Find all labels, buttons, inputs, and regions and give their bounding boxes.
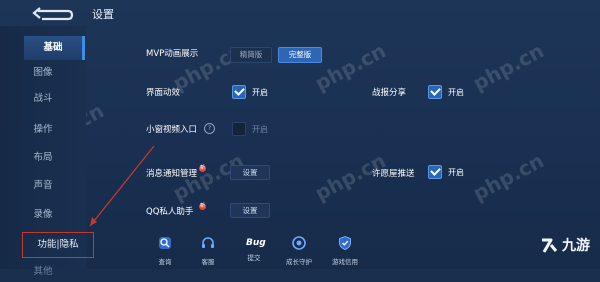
interface-effects-on-label: 开启: [252, 88, 268, 97]
site-logo: 九游: [538, 234, 590, 256]
check-icon: [429, 85, 441, 96]
check-icon: [429, 165, 441, 176]
headset-icon: [202, 237, 214, 248]
battle-share-checkbox[interactable]: [428, 85, 442, 99]
wish-push-on-label: 开启: [448, 168, 464, 177]
interface-effects-label: 界面动效: [146, 88, 181, 98]
service-button[interactable]: 客服: [188, 233, 228, 269]
bug-submit-button[interactable]: Bug 提交: [234, 233, 274, 269]
sidebar-item-controls[interactable]: 操作: [0, 120, 86, 140]
service-label: 客服: [201, 258, 215, 266]
page-title: 设置: [92, 8, 114, 21]
notification-label: 消息通知管理: [146, 169, 198, 179]
game-credit-button[interactable]: 游戏信用: [325, 233, 365, 269]
interface-effects-checkbox[interactable]: [232, 85, 246, 99]
shield-icon: [339, 236, 351, 250]
sidebar-item-sound[interactable]: 声音: [0, 176, 86, 196]
bug-submit-label: 提交: [247, 254, 261, 262]
sidebar: 基础 图像 战斗 操作 布局 声音 录像 功能|隐私 其他: [0, 26, 94, 277]
qq-assistant-settings-button[interactable]: 设置: [230, 203, 270, 218]
back-arrow-icon: [32, 7, 74, 21]
mvp-option-simple[interactable]: 精简版: [230, 47, 272, 63]
new-badge: 新: [199, 165, 206, 172]
query-button[interactable]: 查询: [145, 233, 185, 269]
settings-page: php.cn php.cn php.cn php.cn php.cn php.c…: [0, 0, 600, 277]
growth-icon: [292, 236, 306, 250]
watermark: php.cn: [468, 148, 548, 206]
qq-assistant-label: QQ私人助手: [146, 207, 194, 217]
battle-share-on-label: 开启: [448, 88, 464, 97]
annotation-arrow: [89, 145, 155, 227]
watermark: php.cn: [468, 38, 548, 96]
bug-icon: Bug: [246, 238, 266, 248]
check-icon: [233, 85, 245, 96]
sidebar-item-basic[interactable]: 基础: [24, 36, 85, 60]
logo-icon: [542, 238, 558, 253]
back-button[interactable]: [28, 6, 74, 24]
mini-video-checkbox[interactable]: [232, 122, 246, 136]
sidebar-item-image[interactable]: 图像: [0, 63, 86, 83]
sidebar-item-layout[interactable]: 布局: [0, 148, 86, 168]
mvp-label: MVP动画展示: [146, 49, 199, 59]
mvp-option-full[interactable]: 完整版: [278, 47, 322, 63]
game-credit-label: 游戏信用: [332, 258, 358, 266]
query-label: 查询: [158, 258, 172, 266]
sidebar-item-battle[interactable]: 战斗: [0, 89, 86, 109]
sidebar-item-other[interactable]: 其他: [0, 262, 86, 282]
info-icon[interactable]: ?: [204, 123, 215, 134]
wish-push-checkbox[interactable]: [428, 165, 442, 179]
battle-share-label: 战报分享: [372, 88, 407, 98]
search-icon: [159, 237, 171, 249]
new-badge: 新: [199, 203, 206, 210]
growth-guard-button[interactable]: 成长守护: [279, 233, 319, 269]
mini-video-label: 小窗视频入口: [146, 125, 198, 135]
growth-guard-label: 成长守护: [286, 258, 312, 266]
mini-video-on-label: 开启: [252, 125, 268, 134]
notification-settings-button[interactable]: 设置: [230, 165, 270, 180]
wish-push-label: 许愿屋推送: [372, 169, 415, 179]
sidebar-item-replay[interactable]: 录像: [0, 205, 86, 225]
sidebar-item-privacy[interactable]: 功能|隐私: [22, 232, 94, 258]
logo-text: 九游: [562, 238, 590, 254]
